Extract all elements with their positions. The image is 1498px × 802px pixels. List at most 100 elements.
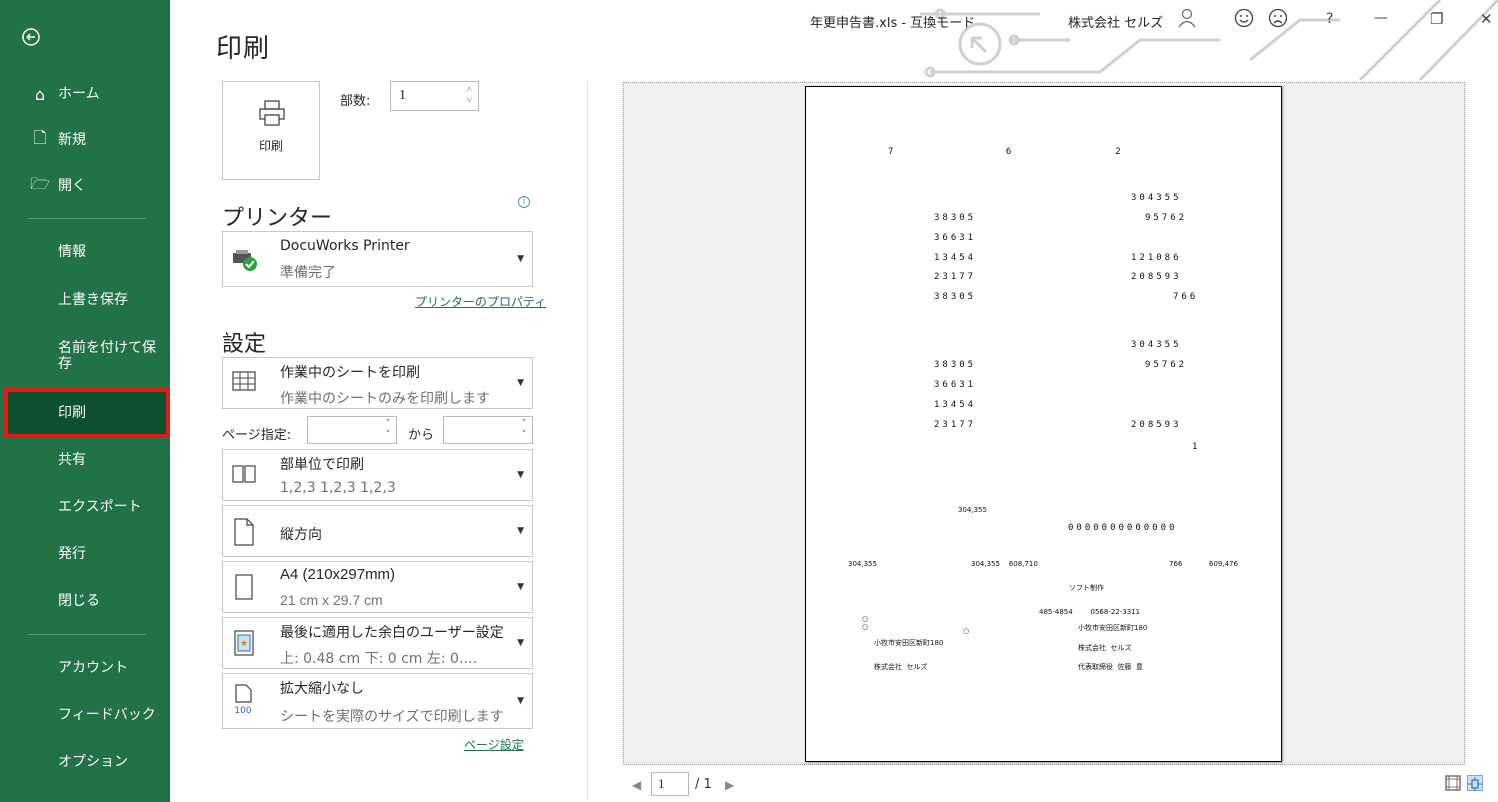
sidebar-item-home[interactable]: ⌂ ホーム [0,82,170,106]
sidebar-item-export[interactable]: エクスポート [0,495,170,519]
sidebar-item-label: 情報 [58,244,86,260]
sidebar-item-label: ホーム [58,86,100,102]
sidebar-item-label: 発行 [58,546,86,562]
collate-icon [232,462,256,486]
show-margins-icon[interactable] [1445,775,1461,791]
printer-properties-link[interactable]: プリンターのプロパティ [415,293,546,310]
paper-size-select[interactable]: A4 (210x297mm) 21 cm x 29.7 cm ▼ [222,561,533,613]
collate-sub: 1,2,3 1,2,3 1,2,3 [280,480,396,496]
page-from-input[interactable]: ˄ ˅ [307,416,397,444]
spin-arrows-icon[interactable]: ˄ ˅ [522,419,527,441]
preview-line: 23177 [934,420,977,430]
chevron-down-icon: ▼ [517,378,524,388]
sidebar-item-options[interactable]: オプション [0,750,170,774]
print-button-label: 印刷 [258,139,283,153]
chevron-down-icon: ▼ [517,582,524,592]
back-arrow-icon[interactable] [20,26,50,56]
zoom-to-page-icon[interactable] [1467,775,1483,791]
sidebar-item-info[interactable]: 情報 [0,240,170,264]
chevron-down-icon: ▼ [517,254,524,264]
preview-line: 23177 [934,272,977,282]
next-page-icon[interactable]: ▶ [725,778,734,792]
sidebar-item-account[interactable]: アカウント [0,656,170,680]
paper-size-sub: 21 cm x 29.7 cm [280,592,383,608]
previous-page-icon[interactable]: ◀ [632,778,641,792]
preview-line: 38305 [934,292,977,302]
printer-select[interactable]: DocuWorks Printer 準備完了 ▼ [222,231,533,287]
smile-feedback-icon[interactable] [1234,8,1254,33]
sidebar-item-label: フィードバック [58,707,156,723]
collate-main: 部単位で印刷 [280,457,364,473]
sidebar-item-label: 共有 [58,452,86,468]
print-button[interactable]: 印刷 [222,81,320,180]
sidebar-item-feedback[interactable]: フィードバック [0,703,170,727]
preview-small-text: 485-4854 0568-22-3311 [1039,608,1141,616]
preview-line: 304355 [1131,193,1182,203]
sidebar-item-new[interactable]: 🗋 新規 [0,128,170,152]
backstage-sidebar: ⌂ ホーム 🗋 新規 🗁 開く 情報 上書き保存 名前を付けて保 存 印刷 共有… [0,0,170,802]
user-icon[interactable] [1178,8,1196,33]
spin-arrows-icon[interactable]: ˄ ˅ [386,419,391,441]
preview-small-text: ○ [862,623,869,631]
sidebar-item-publish[interactable]: 発行 [0,542,170,566]
sidebar-item-save[interactable]: 上書き保存 [0,288,170,312]
sidebar-item-save-as[interactable]: 名前を付けて保 存 [0,336,170,376]
preview-line: 95762 [1145,360,1188,370]
preview-line: 208593 [1131,420,1182,430]
page-number-value: 1 [658,776,665,791]
printer-icon [257,98,287,128]
preview-small-text: 小牧市安田区新町180 [874,639,944,647]
orientation-select[interactable]: 縦方向 ▼ [222,505,533,557]
frown-feedback-icon[interactable] [1268,8,1288,33]
margins-icon: ★ [232,630,256,656]
margins-sub: 上: 0.48 cm 下: 0 cm 左: 0.… [280,651,478,667]
copies-value: 1 [399,88,406,103]
window-title: 年更申告書.xls - 互換モード [810,16,976,31]
preview-line: 13454 [934,253,977,263]
orientation-value: 縦方向 [280,527,322,543]
close-icon[interactable]: ✕ [1480,10,1493,28]
printer-ready-icon [232,248,257,272]
scaling-icon: 100 [232,684,256,716]
preview-line: 36631 [934,380,977,390]
sidebar-item-label: 印刷 [58,405,86,421]
preview-small-text: 304,355 608,710 [971,560,1038,568]
sidebar-item-label: 開く [58,178,86,194]
info-icon[interactable]: i [518,196,530,208]
chevron-down-icon: ▼ [517,526,524,536]
page-setup-link[interactable]: ページ設定 [464,736,524,753]
scaling-select[interactable]: 100 拡大縮小なし シートを実際のサイズで印刷します ▼ [222,673,533,729]
sidebar-item-label: 名前を付けて保 存 [58,340,156,372]
collate-select[interactable]: 部単位で印刷 1,2,3 1,2,3 1,2,3 ▼ [222,449,533,501]
minimize-icon[interactable]: — [1374,10,1388,26]
sidebar-item-close[interactable]: 閉じる [0,589,170,613]
preview-small-text: 766 [1169,560,1183,568]
spin-arrows-icon[interactable]: ˄ ˅ [467,84,472,106]
copies-stepper[interactable]: 1 ˄ ˅ [390,81,479,111]
page-to-input[interactable]: ˄ ˅ [443,416,533,444]
preview-small-text: 609,476 [1209,560,1238,568]
new-document-icon: 🗋 [33,127,47,147]
margins-select[interactable]: ★ 最後に適用した余白のユーザー設定 上: 0.48 cm 下: 0 cm 左:… [222,617,533,669]
sidebar-item-share[interactable]: 共有 [0,448,170,472]
page-number-input[interactable]: 1 [651,772,689,796]
pages-label: ページ指定: [222,428,292,443]
restore-icon[interactable]: ❐ [1430,10,1443,28]
help-icon[interactable]: ? [1326,11,1333,27]
pages-to-label: から [408,428,435,443]
copies-label: 部数: [340,94,371,109]
preview-line: 0000000000000 [1068,523,1178,533]
chevron-down-icon: ▼ [517,696,524,706]
preview-line: 7 6 2 [888,147,1124,157]
preview-small-text: ソフト制作 [1069,584,1104,592]
sidebar-item-open[interactable]: 🗁 開く [0,174,170,198]
sidebar-item-label: エクスポート [58,499,142,515]
home-icon: ⌂ [34,84,46,104]
preview-small-text: ○ [862,615,869,623]
page-total: / 1 [695,777,712,792]
print-scope-main: 作業中のシートを印刷 [280,365,420,381]
print-scope-select[interactable]: 作業中のシートを印刷 作業中のシートのみを印刷します ▼ [222,357,533,409]
sidebar-item-print[interactable]: 印刷 [4,388,170,438]
preview-small-text: 代表取締役 佐藤 豊 [1078,663,1143,671]
print-scope-sub: 作業中のシートのみを印刷します [280,391,490,407]
